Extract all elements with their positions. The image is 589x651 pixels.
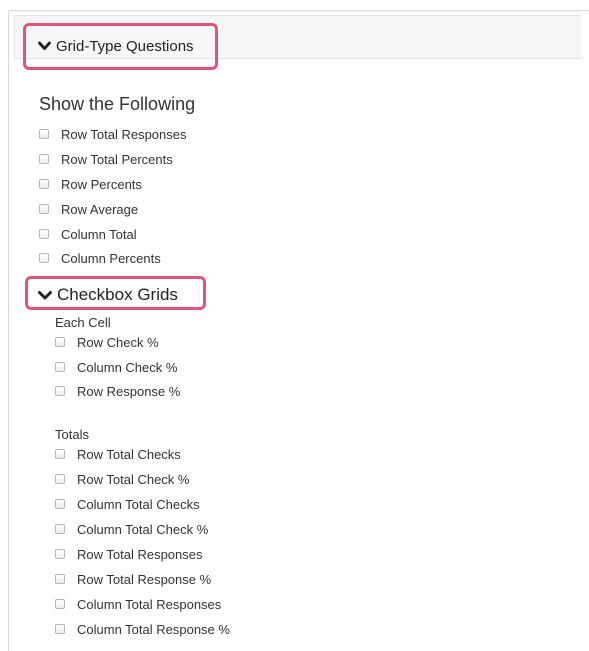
option-label: Row Total Percents — [61, 151, 173, 167]
option-row-total-check-pct[interactable]: Row Total Check % — [55, 470, 189, 488]
option-label: Column Check % — [77, 359, 178, 375]
checkbox[interactable] — [39, 129, 49, 139]
checkbox[interactable] — [55, 624, 65, 634]
checkbox-grids-highlight-box — [25, 276, 206, 310]
option-label: Row Total Checks — [77, 446, 181, 462]
option-label: Row Response % — [77, 383, 181, 399]
option-label: Column Total Checks — [77, 496, 200, 512]
option-row-total-responses[interactable]: Row Total Responses — [39, 125, 187, 143]
option-row-percents[interactable]: Row Percents — [39, 175, 142, 193]
totals-heading: Totals — [55, 427, 89, 442]
option-label: Row Total Check % — [77, 471, 190, 487]
checkbox[interactable] — [55, 549, 65, 559]
checkbox[interactable] — [39, 179, 49, 189]
checkbox[interactable] — [55, 474, 65, 484]
option-column-total[interactable]: Column Total — [39, 225, 137, 243]
option-row-total-responses-cb[interactable]: Row Total Responses — [55, 545, 203, 563]
checkbox[interactable] — [39, 229, 49, 239]
option-label: Column Total Responses — [77, 596, 222, 612]
option-row-total-percents[interactable]: Row Total Percents — [39, 150, 173, 168]
checkbox[interactable] — [55, 337, 65, 347]
checkbox[interactable] — [55, 574, 65, 584]
checkbox[interactable] — [39, 204, 49, 214]
option-label: Row Total Responses — [77, 546, 203, 562]
option-column-total-checks[interactable]: Column Total Checks — [55, 495, 200, 513]
option-label: Column Total Check % — [77, 521, 209, 537]
option-column-total-check-pct[interactable]: Column Total Check % — [55, 520, 208, 538]
each-cell-heading: Each Cell — [55, 315, 111, 330]
grid-type-highlight-box — [23, 23, 218, 70]
option-column-percents[interactable]: Column Percents — [39, 249, 161, 267]
option-row-total-checks[interactable]: Row Total Checks — [55, 445, 181, 463]
option-label: Row Average — [61, 201, 139, 217]
checkbox[interactable] — [55, 449, 65, 459]
checkbox[interactable] — [39, 154, 49, 164]
option-column-check-pct[interactable]: Column Check % — [55, 358, 177, 376]
option-label: Row Total Response % — [77, 571, 212, 587]
option-label: Row Check % — [77, 334, 159, 350]
checkbox[interactable] — [55, 386, 65, 396]
show-following-heading: Show the Following — [39, 94, 196, 114]
option-label: Column Percents — [61, 250, 161, 266]
option-label: Column Total Response % — [77, 621, 230, 637]
option-row-average[interactable]: Row Average — [39, 200, 138, 218]
checkbox[interactable] — [55, 362, 65, 372]
option-row-response-pct[interactable]: Row Response % — [55, 382, 180, 400]
option-label: Row Percents — [61, 176, 142, 192]
option-label: Row Total Responses — [61, 126, 187, 142]
option-column-total-response-pct[interactable]: Column Total Response % — [55, 620, 230, 638]
checkbox[interactable] — [55, 599, 65, 609]
option-row-check-pct[interactable]: Row Check % — [55, 333, 159, 351]
checkbox[interactable] — [39, 253, 49, 263]
option-label: Column Total — [61, 226, 137, 242]
option-row-total-response-pct[interactable]: Row Total Response % — [55, 570, 211, 588]
checkbox[interactable] — [55, 499, 65, 509]
option-column-total-responses[interactable]: Column Total Responses — [55, 595, 221, 613]
checkbox[interactable] — [55, 524, 65, 534]
